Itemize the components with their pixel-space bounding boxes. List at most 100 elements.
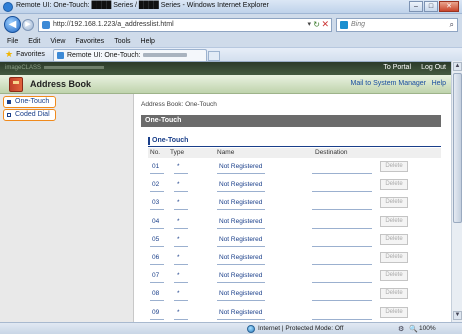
menu-file[interactable]: File <box>7 38 18 45</box>
row-name-link[interactable]: Not Registered <box>219 163 262 170</box>
sidebar-item-coded-dial[interactable]: Coded Dial <box>3 109 56 121</box>
row-underline <box>312 245 372 247</box>
row-type: * <box>177 163 180 170</box>
row-underline <box>174 318 188 320</box>
address-dropdown-icon[interactable]: ▾ <box>307 20 311 28</box>
row-underline <box>150 191 164 193</box>
log-out-link[interactable]: Log Out <box>421 64 446 71</box>
menu-edit[interactable]: Edit <box>28 38 40 45</box>
row-name-link[interactable]: Not Registered <box>219 272 262 279</box>
delete-button[interactable]: Delete <box>380 252 408 263</box>
row-number: 05 <box>152 235 160 243</box>
row-underline <box>150 300 164 302</box>
row-name-link[interactable]: Not Registered <box>219 181 262 188</box>
row-name-link[interactable]: Not Registered <box>219 290 262 297</box>
mail-to-system-manager-link[interactable]: Mail to System Manager <box>351 80 426 87</box>
new-tab-button[interactable] <box>208 51 220 61</box>
row-type: * <box>177 290 180 298</box>
scroll-up-icon[interactable]: ▲ <box>453 62 462 71</box>
stop-icon[interactable]: ✕ <box>321 19 329 30</box>
table-row: 01 * Not Registered Delete <box>148 159 441 177</box>
menu-help[interactable]: Help <box>141 38 155 45</box>
tools-icon[interactable]: ⚙ <box>398 325 404 333</box>
search-box[interactable]: Bing ⌕ <box>336 18 458 32</box>
search-input[interactable]: Bing <box>351 21 365 28</box>
sidebar-item-label: Coded Dial <box>15 111 50 118</box>
row-number: 07 <box>152 272 160 280</box>
row-name-link[interactable]: Not Registered <box>219 199 262 206</box>
row-underline <box>174 300 188 302</box>
minimize-button[interactable]: – <box>409 1 423 12</box>
favorites-button[interactable]: ★ Favorites <box>5 50 45 59</box>
delete-button[interactable]: Delete <box>380 233 408 245</box>
row-number: 02 <box>152 181 160 189</box>
address-book-icon <box>9 77 23 92</box>
close-button[interactable]: ✕ <box>439 1 459 12</box>
status-bar: Internet | Protected Mode: Off ⚙ 🔍 100% <box>0 322 462 334</box>
row-number: 08 <box>152 290 160 298</box>
col-type: Type <box>170 149 185 156</box>
row-name-link[interactable]: Not Registered <box>219 309 262 316</box>
row-underline <box>312 300 372 302</box>
row-underline <box>174 282 188 284</box>
vertical-scrollbar[interactable]: ▲ ▼ <box>451 61 462 322</box>
refresh-icon[interactable]: ↻ <box>313 20 320 29</box>
url-text[interactable]: http://192.168.1.223/a_addresslist.html <box>53 21 174 28</box>
navigation-bar: ◀ ▶ http://192.168.1.223/a_addresslist.h… <box>0 15 462 35</box>
delete-button[interactable]: Delete <box>380 197 408 209</box>
row-underline <box>174 245 188 247</box>
row-number: 06 <box>152 254 160 261</box>
brand-logo: imageCLASS <box>5 65 42 71</box>
delete-button[interactable]: Delete <box>380 288 408 300</box>
delete-button[interactable]: Delete <box>380 179 408 191</box>
row-type: * <box>177 235 180 243</box>
sidebar-item-label: One-Touch <box>15 98 50 105</box>
row-number: 09 <box>152 308 160 316</box>
breadcrumb: Address Book: One-Touch <box>141 101 217 108</box>
table-row: 09 * Not Registered Delete <box>148 305 441 322</box>
security-zone[interactable]: Internet | Protected Mode: Off <box>258 325 343 332</box>
row-name-link[interactable]: Not Registered <box>219 236 262 243</box>
forward-button[interactable]: ▶ <box>22 19 34 31</box>
table-row: 08 * Not Registered Delete <box>148 286 441 304</box>
delete-button[interactable]: Delete <box>380 215 408 227</box>
row-underline <box>217 264 265 265</box>
col-destination: Destination <box>315 149 348 156</box>
menu-tools[interactable]: Tools <box>114 38 130 45</box>
zoom-level[interactable]: 100% <box>419 325 436 332</box>
row-type: * <box>177 181 180 189</box>
window-titlebar: Remote UI: One-Touch: ████ Series / ████… <box>0 0 462 14</box>
to-portal-link[interactable]: To Portal <box>383 64 411 71</box>
scroll-down-icon[interactable]: ▼ <box>453 311 462 320</box>
table-row: 06 * Not Registered Delete <box>148 250 441 268</box>
row-type: * <box>177 254 180 261</box>
row-name-link[interactable]: Not Registered <box>219 254 262 261</box>
scroll-thumb[interactable] <box>453 73 462 223</box>
table-row: 03 * Not Registered Delete <box>148 195 441 213</box>
row-underline <box>312 209 372 211</box>
help-link[interactable]: Help <box>432 80 446 87</box>
back-button[interactable]: ◀ <box>4 16 21 33</box>
sidebar-item-one-touch[interactable]: One-Touch <box>3 96 56 108</box>
delete-button[interactable]: Delete <box>380 270 408 282</box>
row-name-link[interactable]: Not Registered <box>219 218 262 225</box>
row-underline <box>217 282 265 284</box>
row-underline <box>312 264 372 265</box>
page-header: Address Book Mail to System Manager Help <box>0 75 451 94</box>
menu-view[interactable]: View <box>50 38 65 45</box>
delete-button[interactable]: Delete <box>380 161 408 172</box>
search-icon[interactable]: ⌕ <box>450 20 454 30</box>
window-controls: – □ ✕ <box>409 1 459 12</box>
bing-icon <box>340 21 348 29</box>
menu-favorites[interactable]: Favorites <box>75 38 104 45</box>
row-underline <box>312 318 372 320</box>
star-icon: ★ <box>5 49 14 59</box>
row-underline <box>217 318 265 320</box>
delete-button[interactable]: Delete <box>380 306 408 318</box>
row-underline <box>174 191 188 193</box>
redacted-model <box>44 65 105 69</box>
address-bar[interactable]: http://192.168.1.223/a_addresslist.html … <box>38 18 332 32</box>
maximize-button[interactable]: □ <box>424 1 438 12</box>
zoom-icon[interactable]: 🔍 <box>409 325 418 333</box>
page-icon <box>42 21 50 29</box>
